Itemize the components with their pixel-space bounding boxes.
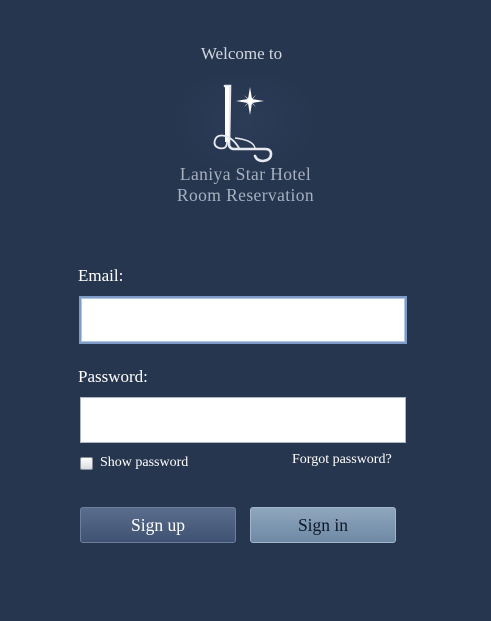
- forgot-password-link[interactable]: Forgot password?: [292, 452, 392, 468]
- login-page: Welcome to Laniya Star Hotel Room Reserv…: [0, 0, 491, 621]
- email-label: Email:: [78, 266, 124, 285]
- hotel-subtitle: Room Reservation: [176, 185, 315, 205]
- show-password-label: Show password: [100, 455, 189, 470]
- password-field[interactable]: [80, 397, 406, 443]
- star-l-monogram-icon: [213, 84, 273, 163]
- hotel-name: Laniya Star Hotel: [179, 164, 312, 184]
- hotel-logo: [170, 74, 318, 178]
- sign-in-button[interactable]: Sign in: [250, 507, 396, 543]
- show-password-toggle[interactable]: Show password: [80, 455, 188, 471]
- sign-up-button[interactable]: Sign up: [80, 507, 236, 543]
- password-label: Password:: [78, 367, 148, 386]
- welcome-text: Welcome to: [200, 44, 283, 63]
- show-password-checkbox[interactable]: [80, 456, 93, 470]
- email-field[interactable]: [79, 296, 407, 344]
